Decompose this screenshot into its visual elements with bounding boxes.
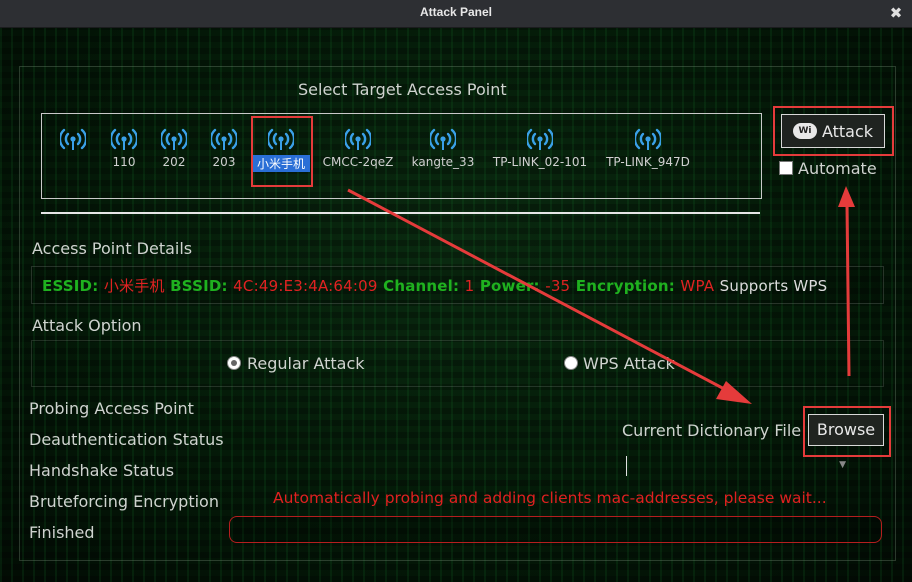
attack-option-panel (31, 340, 884, 387)
access-point-item[interactable]: CMCC-2qeZ (320, 125, 396, 169)
attack-button[interactable]: Wi Attack (781, 114, 885, 148)
details-line: ESSID: 小米手机 BSSID: 4C:49:E3:4A:64:09 Cha… (42, 275, 827, 296)
status-handshake: Handshake Status (29, 461, 175, 480)
text-cursor (626, 456, 627, 476)
access-point-item[interactable]: TP-LINK_947D (603, 125, 693, 169)
wifi-icon (60, 128, 86, 150)
dropdown-arrow-icon: ▼ (839, 460, 846, 470)
details-title: Access Point Details (32, 239, 193, 258)
wifi-icon (635, 128, 661, 150)
status-deauthentication: Deauthentication Status (29, 430, 224, 449)
channel-value: 1 (464, 277, 475, 295)
access-point-item[interactable]: 110 (106, 125, 142, 169)
access-point-item-selected[interactable]: 小米手机 (252, 125, 310, 172)
wifi-icon (211, 128, 237, 150)
regular-attack-label: Regular Attack (247, 354, 365, 373)
wps-attack-label: WPS Attack (583, 354, 675, 373)
channel-label: Channel: (383, 277, 460, 295)
status-bruteforcing: Bruteforcing Encryption (29, 492, 219, 511)
encryption-value: WPA (680, 277, 715, 295)
access-point-item[interactable]: 202 (156, 125, 192, 169)
wifi-icon (345, 128, 371, 150)
access-point-item[interactable]: 203 (206, 125, 242, 169)
access-point-name: CMCC-2qeZ (322, 155, 394, 169)
wifi-icon (430, 128, 456, 150)
automate-checkbox[interactable] (779, 161, 793, 175)
close-icon[interactable]: ✖ (888, 5, 904, 21)
essid-value: 小米手机 (103, 277, 165, 295)
wifi-icon (161, 128, 187, 150)
power-label: Power: (479, 277, 540, 295)
access-point-name: 203 (212, 155, 236, 169)
access-point-item[interactable] (58, 125, 88, 155)
status-finished: Finished (29, 523, 95, 542)
access-point-name: kangte_33 (411, 155, 475, 169)
dictionary-label: Current Dictionary File (622, 421, 802, 440)
attack-button-label: Attack (821, 121, 874, 141)
encryption-label: Encryption: (575, 277, 675, 295)
select-target-title: Select Target Access Point (298, 80, 507, 99)
essid-label: ESSID: (42, 277, 99, 295)
bssid-value: 4C:49:E3:4A:64:09 (233, 277, 378, 295)
attack-option-title: Attack Option (32, 316, 142, 335)
list-scrollbar[interactable] (41, 212, 760, 214)
dictionary-select[interactable]: ▼ (626, 456, 850, 478)
wifi-icon (268, 128, 294, 150)
wifi-attack-icon: Wi (792, 123, 817, 139)
access-point-name: TP-LINK_02-101 (492, 155, 588, 169)
access-point-name: 110 (112, 155, 136, 169)
automate-label: Automate (798, 159, 877, 178)
access-point-name: 202 (162, 155, 186, 169)
wps-attack-radio[interactable] (564, 356, 578, 370)
title-bar: Attack Panel ✖ (0, 0, 912, 28)
regular-attack-radio[interactable] (227, 356, 241, 370)
access-point-name: TP-LINK_947D (606, 155, 690, 169)
access-point-item[interactable]: TP-LINK_02-101 (490, 125, 590, 169)
status-message: Automatically probing and adding clients… (273, 489, 827, 507)
access-point-item[interactable]: kangte_33 (408, 125, 478, 169)
power-value: -35 (545, 277, 571, 295)
browse-button[interactable]: Browse (808, 414, 884, 446)
details-panel: ESSID: 小米手机 BSSID: 4C:49:E3:4A:64:09 Cha… (31, 266, 884, 304)
wifi-icon (527, 128, 553, 150)
wifi-icon (111, 128, 137, 150)
window-title: Attack Panel (419, 5, 493, 19)
progress-bar (229, 516, 882, 543)
access-point-name: 小米手机 (252, 155, 310, 172)
wps-support-text: Supports WPS (719, 277, 828, 295)
bssid-label: BSSID: (170, 277, 228, 295)
status-probing: Probing Access Point (29, 399, 194, 418)
